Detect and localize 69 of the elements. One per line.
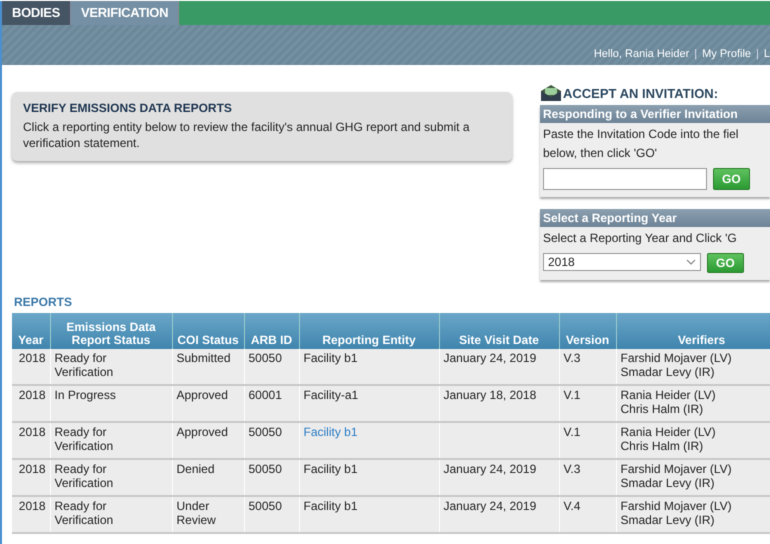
table-cell: Approved [172, 385, 244, 422]
separator: | [694, 48, 698, 60]
column-header: ARB ID [244, 313, 299, 349]
table-cell: Submitted [172, 349, 244, 385]
intro-title: VERIFY EMISSIONS DATA REPORTS [23, 101, 233, 115]
table-cell: 50050 [244, 459, 299, 496]
table-cell: 2018 [12, 349, 50, 385]
table-cell: January 18, 2018 [439, 385, 559, 422]
invitation-code-field[interactable] [543, 168, 707, 190]
table-cell: January 24, 2019 [439, 496, 559, 533]
column-header: Site Visit Date [439, 313, 559, 349]
year-select[interactable]: 2018 [543, 253, 701, 271]
user-link[interactable]: L [764, 48, 770, 60]
chevron-icon [686, 259, 696, 265]
table-cell: 50050 [244, 496, 299, 533]
table-cell: Farshid Mojaver (LV) Smadar Levy (IR) [616, 349, 770, 385]
reports-title: REPORTS [14, 295, 74, 309]
go-button[interactable]: GO [707, 253, 744, 273]
table-cell: Approved [172, 422, 244, 459]
table-cell: Facility b1 [299, 349, 439, 385]
user-link[interactable]: My Profile [702, 48, 752, 60]
panel-header: Responding to a Verifier Invitation [540, 105, 770, 123]
go-button[interactable]: GO [713, 168, 750, 190]
table-cell: 2018 [12, 422, 50, 459]
column-header: Reporting Entity [299, 313, 439, 349]
panel-text: Paste the Invitation Code into the fiel [542, 126, 740, 142]
nav-tab[interactable]: VERIFICATION [71, 1, 180, 25]
table-cell: Facility b1 [299, 459, 439, 496]
table-cell: V.1 [559, 385, 616, 422]
table-cell: Farshid Mojaver (LV) Smadar Levy (IR) [616, 459, 770, 496]
table-cell: January 24, 2019 [439, 349, 559, 385]
table-cell: Under Review [172, 496, 244, 533]
invitation-title: ACCEPT AN INVITATION: [563, 86, 718, 100]
table-cell: Farshid Mojaver (LV) Smadar Levy (IR) [616, 496, 770, 533]
column-header: Emissions Data Report Status [50, 313, 172, 349]
table-cell: Rania Heider (LV) Chris Halm (IR) [616, 385, 770, 422]
table-cell: V.4 [559, 496, 616, 533]
table-cell: V.3 [559, 349, 616, 385]
column-header: Version [559, 313, 616, 349]
table-cell: V.3 [559, 459, 616, 496]
table-cell: Ready for Verification [50, 459, 172, 496]
table-cell: V.1 [559, 422, 616, 459]
table-cell: In Progress [50, 385, 172, 422]
table-cell: Rania Heider (LV) Chris Halm (IR) [616, 422, 770, 459]
column-header: Year [12, 313, 50, 349]
table-cell: 50050 [244, 349, 299, 385]
table-cell: Ready for Verification [50, 422, 172, 459]
envelope-icon [540, 84, 562, 102]
nav-tab[interactable]: BODIES [2, 1, 72, 25]
column-header: COI Status [172, 313, 244, 349]
column-header: Verifiers [616, 313, 770, 349]
greeting-text: Hello, Rania Heider [594, 48, 690, 60]
table-cell: Ready for Verification [50, 349, 172, 385]
separator: | [756, 48, 759, 60]
table-cell: Facility b1 [299, 496, 439, 533]
table-cell: 2018 [12, 459, 50, 496]
panel-header: Select a Reporting Year [540, 209, 770, 227]
panel-text: below, then click 'GO' [542, 145, 658, 161]
table-cell: 2018 [12, 496, 50, 533]
entity-link[interactable]: Facility b1 [299, 422, 439, 459]
table-cell: Denied [172, 459, 244, 496]
panel-text: Select a Reporting Year and Click 'G [542, 230, 738, 246]
table-cell: Facility-a1 [299, 385, 439, 422]
table-cell: 50050 [244, 422, 299, 459]
table-cell: Ready for Verification [50, 496, 172, 533]
table-cell: 2018 [12, 385, 50, 422]
table-cell: 60001 [244, 385, 299, 422]
table-cell: January 24, 2019 [439, 459, 559, 496]
intro-text: Click a reporting entity below to review the facility's annual GHG report and submit a verification statement. [23, 119, 470, 151]
